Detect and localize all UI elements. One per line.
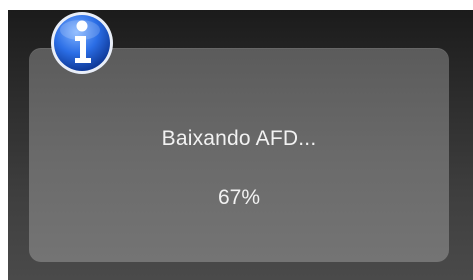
dialog-window: Baixando AFD... 67% [8,10,473,280]
info-icon [49,10,115,76]
status-message: Baixando AFD... [161,127,317,150]
dialog-panel: Baixando AFD... 67% [29,48,449,262]
progress-percent: 67% [217,186,261,209]
